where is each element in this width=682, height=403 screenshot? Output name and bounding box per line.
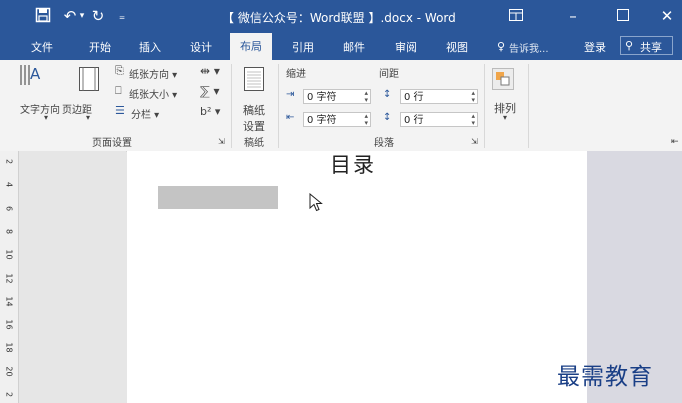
- stepper-arrows-icon[interactable]: ▴ ▾: [471, 113, 475, 127]
- manuscript-label-1: 稿纸: [243, 104, 265, 117]
- tab-review[interactable]: 审阅: [395, 39, 417, 55]
- columns-button[interactable]: 分栏 ▾: [131, 106, 159, 121]
- redo-icon[interactable]: ↻: [90, 7, 106, 25]
- ruler-number: 18: [4, 342, 14, 353]
- stepper-arrows-icon[interactable]: ▴ ▾: [364, 90, 368, 104]
- group-separator: [231, 64, 232, 148]
- indent-left-stepper[interactable]: 0 字符 ▴ ▾: [303, 89, 371, 104]
- manuscript-label-2: 设置: [243, 120, 265, 133]
- share-label: 共享: [640, 41, 662, 54]
- columns-icon: ☰: [115, 104, 125, 117]
- spacing-after-stepper[interactable]: 0 行 ▴ ▾: [400, 112, 478, 127]
- ruler-number: 16: [4, 319, 14, 330]
- text-direction-button[interactable]: 文字方向: [20, 101, 60, 116]
- ruler-number: 20: [4, 366, 14, 377]
- paper-size-button[interactable]: 纸张大小 ▾: [129, 86, 177, 101]
- ruler-number: 2: [4, 391, 14, 398]
- mouse-cursor-icon: [309, 192, 323, 216]
- manuscript-button[interactable]: 稿纸 设置: [243, 102, 265, 134]
- collapse-ribbon-icon[interactable]: ⇤: [671, 137, 679, 147]
- indent-left-value: 0 字符: [307, 92, 337, 103]
- tab-file[interactable]: 文件: [31, 39, 53, 55]
- spacing-before-icon: ↕: [383, 89, 392, 100]
- group-separator: [528, 64, 529, 148]
- document-background: [19, 151, 126, 403]
- arrange-dropdown-icon[interactable]: ▾: [503, 113, 507, 122]
- indent-left-icon: ⇥: [286, 89, 295, 100]
- window-title: 【 微信公众号：Word联盟 】.docx - Word: [222, 11, 456, 25]
- manuscript-group-label: 稿纸: [244, 138, 264, 149]
- lightbulb-icon: ♀: [497, 40, 506, 53]
- orientation-button[interactable]: 纸张方向 ▾: [129, 66, 177, 81]
- indent-right-value: 0 字符: [307, 115, 337, 126]
- maximize-icon[interactable]: [614, 7, 632, 25]
- hyphenation-icon[interactable]: b² ▾: [200, 105, 220, 118]
- ruler-number: 14: [4, 296, 14, 307]
- ruler-number: 12: [4, 272, 14, 284]
- undo-dropdown[interactable]: ▾: [78, 7, 86, 25]
- document-heading[interactable]: 目录: [330, 149, 376, 179]
- spacing-before-value: 0 行: [404, 92, 424, 103]
- watermark-logo: 最需教育: [557, 364, 653, 390]
- svg-text:A: A: [30, 65, 41, 83]
- save-icon[interactable]: [34, 7, 52, 25]
- tab-insert[interactable]: 插入: [139, 39, 161, 55]
- tab-references[interactable]: 引用: [292, 39, 314, 55]
- login-link[interactable]: 登录: [584, 39, 606, 55]
- indent-right-stepper[interactable]: 0 字符 ▴ ▾: [303, 112, 371, 127]
- tab-mailings[interactable]: 邮件: [343, 39, 365, 55]
- ruler-number: 4: [4, 182, 14, 188]
- text-direction-dropdown-icon[interactable]: ▾: [44, 113, 48, 122]
- tab-layout[interactable]: 布局: [230, 33, 272, 60]
- stepper-arrows-icon[interactable]: ▴ ▾: [471, 90, 475, 104]
- tab-view[interactable]: 视图: [446, 39, 468, 55]
- ribbon-display-icon[interactable]: [507, 7, 525, 25]
- page-setup-group-label: 页面设置: [92, 138, 132, 149]
- group-separator: [484, 64, 485, 148]
- minimize-icon[interactable]: –: [564, 7, 582, 25]
- ruler-number: 2: [4, 158, 14, 165]
- columns-label: 分栏: [131, 110, 151, 121]
- tab-design[interactable]: 设计: [190, 39, 212, 55]
- ruler-number: 8: [4, 228, 14, 234]
- spacing-after-icon: ↕: [383, 112, 392, 123]
- paper-size-label: 纸张大小: [129, 90, 169, 101]
- paper-size-icon: ⎕: [115, 84, 122, 97]
- spacing-before-stepper[interactable]: 0 行 ▴ ▾: [400, 89, 478, 104]
- margins-dropdown-icon[interactable]: ▾: [86, 113, 90, 122]
- person-icon: ⚲: [625, 39, 634, 52]
- text-direction-icon: A: [18, 63, 44, 92]
- orientation-icon: ⎘: [115, 64, 124, 77]
- margins-icon: [78, 66, 100, 95]
- orientation-label: 纸张方向: [129, 70, 169, 81]
- breaks-icon[interactable]: ⇹ ▾: [200, 64, 220, 78]
- group-separator: [278, 64, 279, 148]
- ruler-number: 6: [4, 205, 14, 211]
- page-setup-launcher-icon[interactable]: ⇲: [218, 137, 225, 146]
- selection-highlight: [158, 186, 278, 209]
- indent-label: 缩进: [286, 69, 306, 80]
- close-icon[interactable]: ✕: [658, 7, 676, 25]
- paragraph-group-label: 段落: [374, 138, 394, 149]
- spacing-after-value: 0 行: [404, 115, 424, 126]
- manuscript-icon: [243, 66, 265, 95]
- line-numbers-icon[interactable]: ⅀ ▾: [200, 84, 220, 98]
- ruler-number: 10: [4, 249, 14, 260]
- arrange-icon: [492, 68, 514, 93]
- tell-me-box[interactable]: 告诉我...: [509, 40, 549, 55]
- customize-icon[interactable]: ₌: [116, 7, 128, 25]
- spacing-label: 间距: [379, 69, 399, 80]
- undo-icon[interactable]: ↶: [62, 7, 78, 25]
- stepper-arrows-icon[interactable]: ▴ ▾: [364, 113, 368, 127]
- tab-home[interactable]: 开始: [89, 39, 111, 55]
- paragraph-launcher-icon[interactable]: ⇲: [471, 137, 478, 146]
- indent-right-icon: ⇤: [286, 112, 295, 123]
